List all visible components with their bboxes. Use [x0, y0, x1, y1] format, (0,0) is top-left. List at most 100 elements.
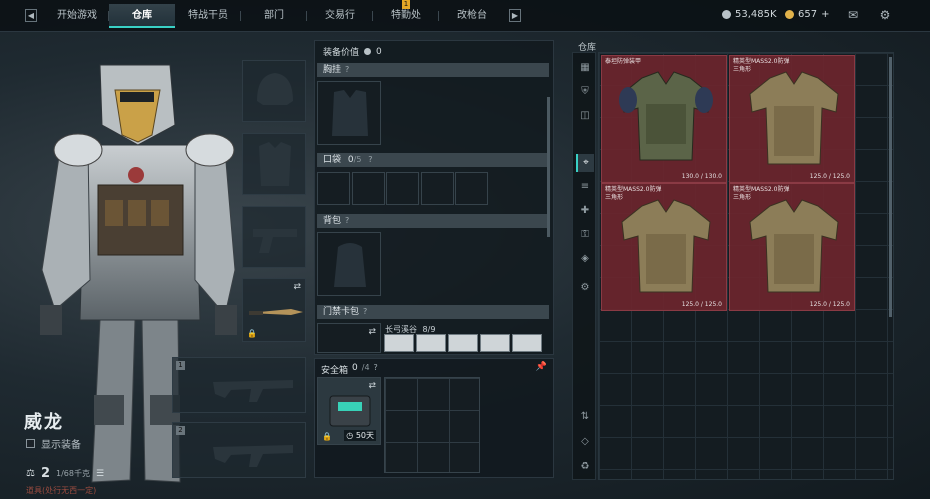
keycard-item[interactable] — [416, 334, 446, 352]
tab-label: 开始游戏 — [57, 10, 97, 21]
equipment-panel: 装备价值 0 胸挂? 口袋 0/5 ? 背包? 门禁卡包? ⇄ 长弓溪谷 8/9 — [314, 40, 554, 355]
helmet-slot[interactable] — [242, 60, 306, 122]
armor-icon[interactable]: ⛨ — [576, 83, 594, 101]
armor-slot[interactable] — [242, 133, 306, 195]
tab-operators[interactable]: 特战干员 — [175, 4, 241, 28]
safebox-item-slot[interactable]: ⇄ 🔒 ◷ 50天 — [317, 377, 381, 445]
tab-warehouse[interactable]: 仓库 — [109, 4, 175, 28]
pocket-slot[interactable] — [421, 172, 454, 205]
melee-slot[interactable]: ⇄ 🔒 — [242, 278, 306, 342]
warehouse-item[interactable]: 精英型MASS2.0防弹 三角形 125.0 / 125.0 — [729, 55, 855, 183]
next-tab-arrow-icon[interactable]: ▶ — [509, 9, 521, 22]
keycard-case-slot[interactable]: ⇄ — [317, 323, 381, 353]
primary-weapon-slot[interactable]: 1 — [172, 357, 306, 413]
lock-icon: 🔒 — [322, 432, 332, 441]
sort-icon[interactable]: ⇅ — [576, 408, 594, 426]
tab-gunsmith[interactable]: 改枪台 — [439, 4, 505, 28]
warehouse-category-sidebar: ▦ ⛨ ◫ ⌖ ≡ ✚ ⚿ ◈ ⚙ ⇅ ◇ ♻ — [572, 52, 596, 480]
keycard-item[interactable] — [448, 334, 478, 352]
capacity-text: 1/68千克 — [56, 469, 90, 478]
grid-icon[interactable]: ▦ — [576, 59, 594, 77]
help-icon[interactable]: ? — [374, 363, 378, 376]
safebox-panel: 安全箱 0/4 ? 📌 ⇄ 🔒 ◷ 50天 — [314, 358, 554, 478]
recycle-icon[interactable]: ♻ — [576, 458, 594, 476]
help-icon[interactable]: ? — [363, 307, 367, 316]
medical-icon[interactable]: ✚ — [576, 202, 594, 220]
backpack-icon[interactable]: ◫ — [576, 107, 594, 125]
body-armor-icon — [621, 199, 711, 293]
list-icon[interactable]: ☰ — [96, 469, 104, 479]
keycard-item[interactable] — [384, 334, 414, 352]
tab-start-game[interactable]: 开始游戏 — [45, 4, 109, 28]
help-icon[interactable]: ? — [368, 155, 372, 164]
checkbox-icon[interactable] — [26, 439, 35, 448]
show-gear-toggle[interactable]: 显示装备 — [26, 436, 81, 451]
swap-icon[interactable]: ⇄ — [368, 327, 376, 337]
keycard-item[interactable] — [480, 334, 510, 352]
help-icon[interactable]: ? — [345, 65, 349, 74]
section-title: 门禁卡包 — [323, 307, 360, 317]
gear-icon[interactable]: ⚙ — [878, 8, 892, 22]
safebox-count: 0 — [352, 363, 358, 373]
sidearm-slot[interactable] — [242, 206, 306, 268]
safebox-time: 50天 — [355, 431, 374, 440]
tab-special-ops[interactable]: 1 特勤处 — [373, 0, 439, 28]
item-durability: 125.0 / 125.0 — [809, 173, 850, 180]
warehouse-item[interactable]: 精英型MASS2.0防弹 三角形 125.0 / 125.0 — [601, 183, 727, 311]
tab-department[interactable]: 部门 — [241, 4, 307, 28]
slot-number: 2 — [176, 426, 185, 435]
section-title: 安全箱 — [321, 366, 349, 376]
tab-trading[interactable]: 交易行 — [307, 4, 373, 28]
key-icon[interactable]: ⚿ — [576, 226, 594, 244]
panel-scrollbar[interactable] — [547, 97, 550, 237]
pocket-slot[interactable] — [352, 172, 385, 205]
pin-icon[interactable]: 📌 — [536, 362, 547, 372]
warehouse-item[interactable]: 泰坦防弹装甲 130.0 / 130.0 — [601, 55, 727, 183]
keycard-list — [384, 334, 546, 352]
pocket-slot[interactable] — [455, 172, 488, 205]
tab-label: 特勤处 — [391, 10, 421, 21]
layers-icon[interactable]: ◇ — [576, 433, 594, 451]
notification-badge: 1 — [402, 0, 410, 9]
settings-icon[interactable]: ⚙ — [576, 279, 594, 297]
secondary-weapon-slot[interactable]: 2 — [172, 422, 306, 478]
operator-capacity: ⚖ 2 1/68千克 ☰ — [26, 466, 104, 481]
item-durability: 130.0 / 130.0 — [681, 173, 722, 180]
help-icon[interactable]: ? — [345, 216, 349, 225]
top-nav-bar: ◀ 开始游戏 仓库 特战干员 部门 交易行 1 特勤处 改枪台 ▶ 53,485K… — [0, 0, 930, 32]
misc-icon[interactable]: ◈ — [576, 250, 594, 268]
tab-label: 特战干员 — [188, 10, 228, 21]
backpack-slot[interactable] — [317, 232, 381, 296]
weapon-icon[interactable]: ⌖ — [576, 154, 594, 172]
swap-icon[interactable]: ⇄ — [293, 282, 301, 292]
keycard-item[interactable] — [512, 334, 542, 352]
warehouse-grid[interactable]: 泰坦防弹装甲 130.0 / 130.0 精英型MASS2.0防弹 三角形 125… — [598, 52, 894, 480]
tab-label: 部门 — [264, 10, 284, 21]
chest-rig-slot[interactable] — [317, 81, 381, 145]
section-title: 胸挂 — [323, 65, 342, 75]
backpack-header: 背包? — [317, 214, 549, 228]
pocket-slot[interactable] — [386, 172, 419, 205]
warehouse-scrollbar[interactable] — [889, 57, 892, 317]
safebox-total: /4 — [361, 363, 370, 372]
tab-label: 改枪台 — [457, 10, 487, 21]
swap-icon[interactable]: ⇄ — [368, 381, 376, 391]
helmet-silhouette-icon — [257, 73, 293, 105]
currency-hafcoin: 53,485K — [722, 9, 777, 20]
clock-icon: ◷ — [346, 431, 354, 440]
safebox-header: 安全箱 0/4 ? — [321, 363, 378, 376]
coin-icon — [722, 10, 731, 19]
mail-icon[interactable]: ✉ — [846, 8, 860, 22]
rifle-silhouette-icon — [213, 380, 293, 402]
warehouse-item[interactable]: 精英型MASS2.0防弹 三角形 125.0 / 125.0 — [729, 183, 855, 311]
pocket-slot[interactable] — [317, 172, 350, 205]
add-currency-button[interactable]: + — [821, 9, 829, 20]
item-durability: 125.0 / 125.0 — [809, 301, 850, 308]
operator-name: 威龙 — [24, 412, 64, 433]
keycard-header: 门禁卡包? — [317, 305, 549, 319]
ammo-icon[interactable]: ≡ — [576, 178, 594, 196]
armor-silhouette-icon — [259, 142, 291, 186]
safebox-grid[interactable] — [384, 377, 480, 473]
prev-tab-arrow-icon[interactable]: ◀ — [25, 9, 37, 22]
currency-amount: 657 — [798, 9, 818, 20]
